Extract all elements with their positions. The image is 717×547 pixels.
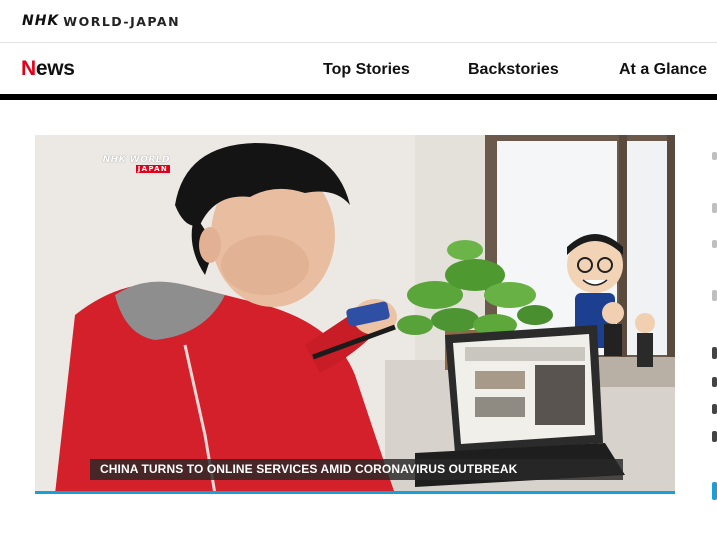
nav-link-top-stories[interactable]: Top Stories	[323, 61, 410, 79]
sidebar-fragment	[712, 203, 717, 213]
watermark-nhk-world: NHK WORLD	[102, 155, 170, 165]
sidebar-fragment	[712, 290, 717, 301]
nav-link-backstories[interactable]: Backstories	[468, 61, 559, 79]
video-still	[35, 135, 675, 494]
brand-nhk: NHK	[22, 13, 60, 29]
watermark-japan: JAPAN	[135, 165, 170, 173]
sidebar-fragment	[712, 482, 717, 500]
top-brand-bar: NHK WORLD-JAPAN	[0, 0, 717, 43]
news-title-rest: ews	[35, 57, 75, 80]
sidebar-fragment	[712, 240, 717, 248]
nav-link-at-a-glance[interactable]: At a Glance	[619, 61, 707, 79]
video-progress-bar[interactable]	[35, 491, 675, 494]
sidebar-fragment	[712, 377, 717, 387]
sidebar-fragment	[712, 404, 717, 414]
video-caption: CHINA TURNS TO ONLINE SERVICES AMID CORO…	[100, 462, 518, 476]
news-title-initial: N	[21, 57, 36, 80]
nav-divider	[0, 94, 717, 100]
sidebar-fragment	[712, 347, 717, 359]
brand-world-japan: WORLD-JAPAN	[63, 13, 181, 29]
nhk-world-japan-logo[interactable]: NHK WORLD-JAPAN	[22, 13, 180, 29]
sidebar-fragment	[712, 431, 717, 442]
sidebar-fragment	[712, 152, 717, 160]
news-section-title[interactable]: News	[21, 57, 75, 81]
nhk-world-watermark: NHK WORLD JAPAN	[98, 155, 172, 173]
video-player[interactable]: NHK WORLD JAPAN CHINA TURNS TO ONLINE SE…	[35, 135, 675, 494]
